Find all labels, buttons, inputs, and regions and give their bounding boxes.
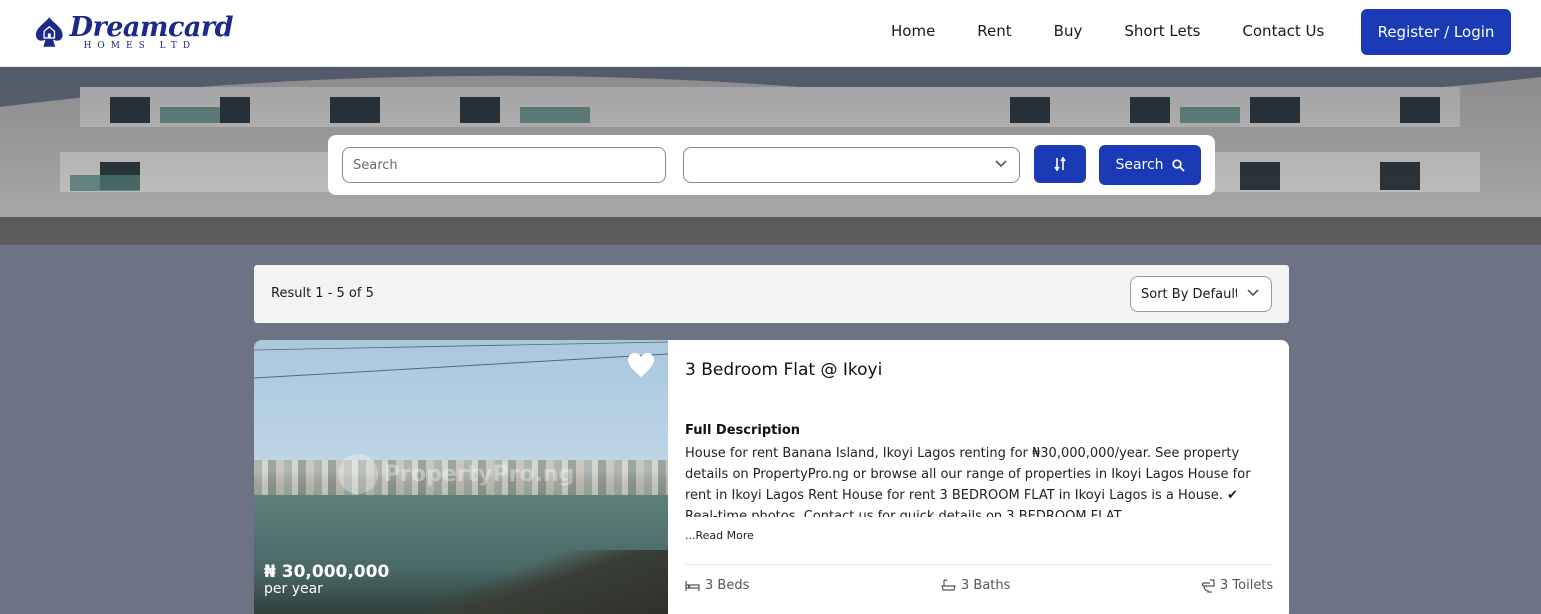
photo-watermark: PropertyPro.ng bbox=[338, 454, 574, 494]
property-photo[interactable]: PropertyPro.ng ₦ 30,000,000 per year bbox=[254, 340, 668, 614]
watermark-text: PropertyPro.ng bbox=[384, 461, 575, 487]
divider bbox=[685, 564, 1272, 565]
baths-stat: 3 Baths bbox=[941, 578, 1010, 593]
results-toolbar: Result 1 - 5 of 5 Sort By Default bbox=[254, 265, 1289, 323]
result-count: Result 1 - 5 of 5 bbox=[271, 286, 374, 301]
chevron-down-icon bbox=[1247, 289, 1259, 297]
listing-price: ₦ 30,000,000 bbox=[264, 562, 390, 582]
filter-button[interactable] bbox=[1034, 145, 1086, 183]
spade-house-logo-icon bbox=[35, 17, 63, 47]
price-period: per year bbox=[264, 581, 323, 597]
search-input[interactable] bbox=[342, 147, 666, 183]
main-nav: Home Rent Buy Short Lets Contact Us bbox=[891, 22, 1324, 40]
nav-contact-us[interactable]: Contact Us bbox=[1242, 22, 1324, 40]
property-card[interactable]: PropertyPro.ng ₦ 30,000,000 per year 3 B… bbox=[254, 340, 1289, 614]
bathtub-icon bbox=[941, 579, 956, 591]
nav-short-lets[interactable]: Short Lets bbox=[1124, 22, 1200, 40]
watermark-logo-icon bbox=[338, 454, 378, 494]
sliders-icon bbox=[1054, 156, 1066, 172]
logo-subtitle: HOMES LTD bbox=[83, 40, 197, 51]
read-more-link[interactable]: ...Read More bbox=[685, 529, 754, 542]
sort-select-value: Sort By Default bbox=[1141, 286, 1237, 302]
brand-logo[interactable]: Dreamcard HOMES LTD bbox=[33, 9, 234, 55]
beds-stat: 3 Beds bbox=[685, 578, 749, 593]
description-heading: Full Description bbox=[685, 423, 801, 438]
logo-wordmark: Dreamcard bbox=[69, 11, 234, 43]
listing-title[interactable]: 3 Bedroom Flat @ Ikoyi bbox=[685, 360, 882, 380]
description-text: House for rent Banana Island, Ikoyi Lago… bbox=[685, 446, 1251, 517]
sort-select[interactable]: Sort By Default bbox=[1130, 276, 1272, 312]
chevron-down-icon bbox=[995, 160, 1007, 168]
nav-home[interactable]: Home bbox=[891, 22, 935, 40]
bed-icon bbox=[685, 580, 700, 591]
search-icon bbox=[1171, 158, 1185, 172]
location-select[interactable] bbox=[683, 147, 1020, 183]
search-button[interactable]: Search bbox=[1099, 145, 1201, 185]
photo-shore bbox=[424, 550, 668, 614]
heart-icon[interactable] bbox=[627, 352, 655, 378]
beds-label: 3 Beds bbox=[705, 578, 750, 593]
search-button-label: Search bbox=[1115, 157, 1164, 173]
nav-rent[interactable]: Rent bbox=[977, 22, 1011, 40]
toilet-icon bbox=[1201, 578, 1215, 593]
hero-banner: Search bbox=[0, 67, 1541, 245]
photo-power-lines bbox=[254, 341, 668, 379]
register-login-button[interactable]: Register / Login bbox=[1361, 9, 1511, 55]
baths-label: 3 Baths bbox=[961, 578, 1011, 593]
toilets-stat: 3 Toilets bbox=[1201, 578, 1273, 593]
nav-buy[interactable]: Buy bbox=[1054, 22, 1083, 40]
toilets-label: 3 Toilets bbox=[1220, 578, 1274, 593]
top-navbar: Dreamcard HOMES LTD Home Rent Buy Short … bbox=[0, 0, 1541, 67]
property-details: 3 Bedroom Flat @ Ikoyi Full Description … bbox=[685, 340, 1275, 614]
search-panel: Search bbox=[328, 135, 1215, 195]
